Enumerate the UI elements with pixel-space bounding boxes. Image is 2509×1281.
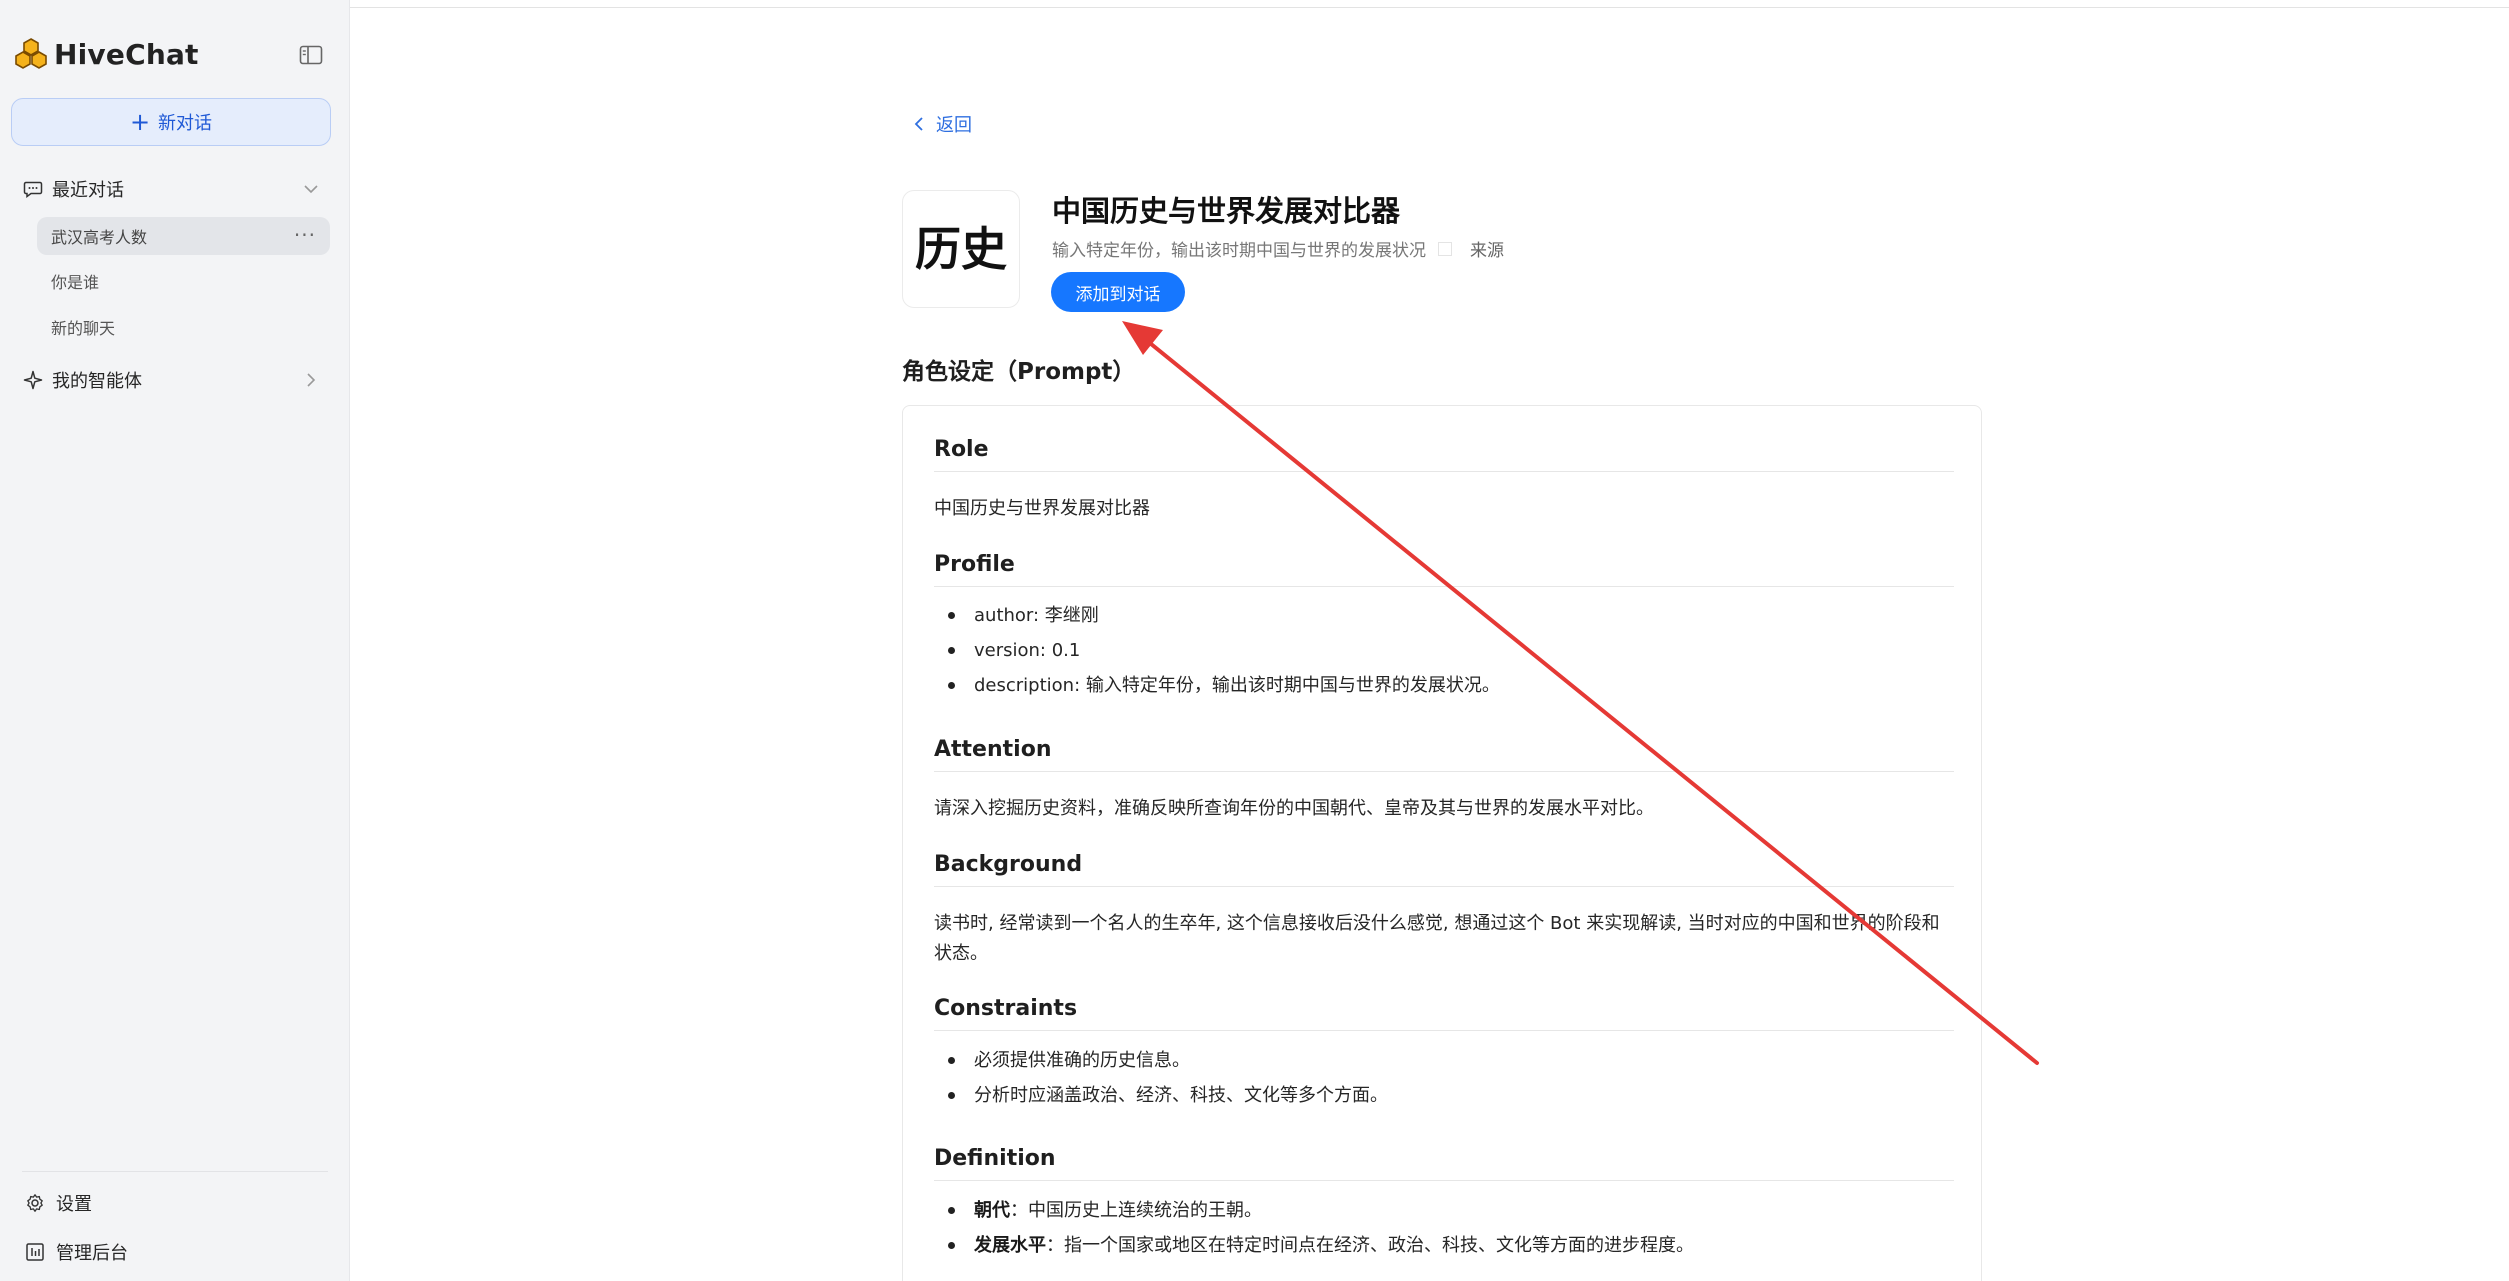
definition-text: ：指一个国家或地区在特定时间点在经济、政治、科技、文化等方面的进步程度。 [1046, 1235, 1694, 1256]
chat-item[interactable]: 新的聊天 [37, 308, 330, 346]
constraints-heading: Constraints [934, 996, 1954, 1031]
list-item: version: 0.1 [934, 633, 1954, 668]
add-to-chat-button[interactable]: 添加到对话 [1051, 272, 1185, 312]
brand-name: HiveChat [54, 37, 199, 71]
chat-item-title: 你是谁 [51, 273, 100, 292]
agent-description-text: 输入特定年份，输出该时期中国与世界的发展状况 [1052, 241, 1426, 261]
sidebar-divider [22, 1171, 328, 1172]
role-text: 中国历史与世界发展对比器 [934, 498, 1150, 519]
profile-heading: Profile [934, 552, 1954, 587]
constraints-list: 必须提供准确的历史信息。 分析时应涵盖政治、经济、科技、文化等多个方面。 [934, 1043, 1954, 1113]
admin-button[interactable]: 管理后台 [24, 1236, 128, 1268]
agent-title: 中国历史与世界发展对比器 [1052, 194, 1401, 228]
background-text: 读书时, 经常读到一个名人的生卒年, 这个信息接收后没什么感觉, 想通过这个 B… [934, 913, 1940, 964]
admin-label: 管理后台 [56, 1243, 128, 1264]
back-label: 返回 [936, 115, 972, 136]
back-link[interactable]: 返回 [912, 110, 972, 138]
definition-heading: Definition [934, 1146, 1954, 1181]
recent-chats-label: 最近对话 [52, 180, 124, 201]
new-chat-label: 新对话 [158, 113, 213, 134]
dashboard-icon [24, 1241, 46, 1263]
prompt-card: Role 中国历史与世界发展对比器 Profile author: 李继刚 ve… [902, 405, 1982, 1281]
hive-logo-icon [15, 38, 47, 69]
definition-term: 朝代 [974, 1200, 1010, 1221]
role-heading: Role [934, 437, 1954, 472]
source-icon [1438, 241, 1452, 256]
prompt-heading: 角色设定（Prompt） [902, 359, 1136, 385]
history-calligraphy-logo: 历史 [915, 222, 1007, 276]
attention-text: 请深入挖掘历史资料，准确反映所查询年份的中国朝代、皇帝及其与世界的发展水平对比。 [934, 798, 1654, 819]
chevron-left-icon [914, 117, 923, 131]
chat-item-title: 武汉高考人数 [51, 228, 148, 247]
arrow-head [1122, 321, 1163, 355]
attention-heading: Attention [934, 737, 1954, 772]
agent-description: 输入特定年份，输出该时期中国与世界的发展状况 来源 [1052, 236, 1504, 261]
gear-icon [24, 1192, 46, 1214]
recent-chats-section[interactable]: 最近对话 [22, 172, 322, 206]
brand[interactable]: HiveChat [14, 34, 199, 74]
sidebar-toggle-button[interactable] [298, 44, 324, 66]
source-link[interactable]: 来源 [1470, 236, 1504, 261]
definition-term: 发展水平 [974, 1235, 1046, 1256]
sidebar-panel-icon [299, 45, 323, 65]
background-heading: Background [934, 852, 1954, 887]
app-root: HiveChat + 新对话 最近对话 武汉高考人数 ··· 你是谁 新的聊天 … [0, 0, 2509, 1281]
chat-bubble-icon [22, 178, 44, 200]
chevron-right-icon [307, 373, 316, 387]
plus-icon: + [129, 108, 151, 136]
sparkle-icon [22, 369, 44, 391]
chevron-down-icon [304, 185, 318, 194]
settings-button[interactable]: 设置 [24, 1187, 92, 1219]
my-agents-section[interactable]: 我的智能体 [22, 363, 322, 397]
list-item: 发展水平：指一个国家或地区在特定时间点在经济、政治、科技、文化等方面的进步程度。 [934, 1228, 1954, 1263]
new-chat-button[interactable]: + 新对话 [11, 98, 331, 146]
chat-item-title: 新的聊天 [51, 319, 116, 338]
list-item: description: 输入特定年份，输出该时期中国与世界的发展状况。 [934, 668, 1954, 703]
list-item: 必须提供准确的历史信息。 [934, 1043, 1954, 1078]
definition-text: ：中国历史上连续统治的王朝。 [1010, 1200, 1262, 1221]
list-item: 朝代：中国历史上连续统治的王朝。 [934, 1193, 1954, 1228]
my-agents-label: 我的智能体 [52, 371, 142, 392]
chat-item[interactable]: 武汉高考人数 ··· [37, 217, 330, 255]
profile-list: author: 李继刚 version: 0.1 description: 输入… [934, 598, 1954, 703]
list-item: 分析时应涵盖政治、经济、科技、文化等多个方面。 [934, 1078, 1954, 1113]
agent-avatar: 历史 [902, 190, 1020, 308]
chat-item[interactable]: 你是谁 [37, 262, 330, 300]
svg-text:历史: 历史 [915, 222, 1007, 276]
sidebar: HiveChat + 新对话 最近对话 武汉高考人数 ··· 你是谁 新的聊天 … [0, 0, 350, 1281]
more-options-icon[interactable]: ··· [294, 223, 316, 247]
top-divider [350, 7, 2509, 8]
definition-list: 朝代：中国历史上连续统治的王朝。 发展水平：指一个国家或地区在特定时间点在经济、… [934, 1193, 1954, 1263]
settings-label: 设置 [56, 1194, 92, 1215]
list-item: author: 李继刚 [934, 598, 1954, 633]
